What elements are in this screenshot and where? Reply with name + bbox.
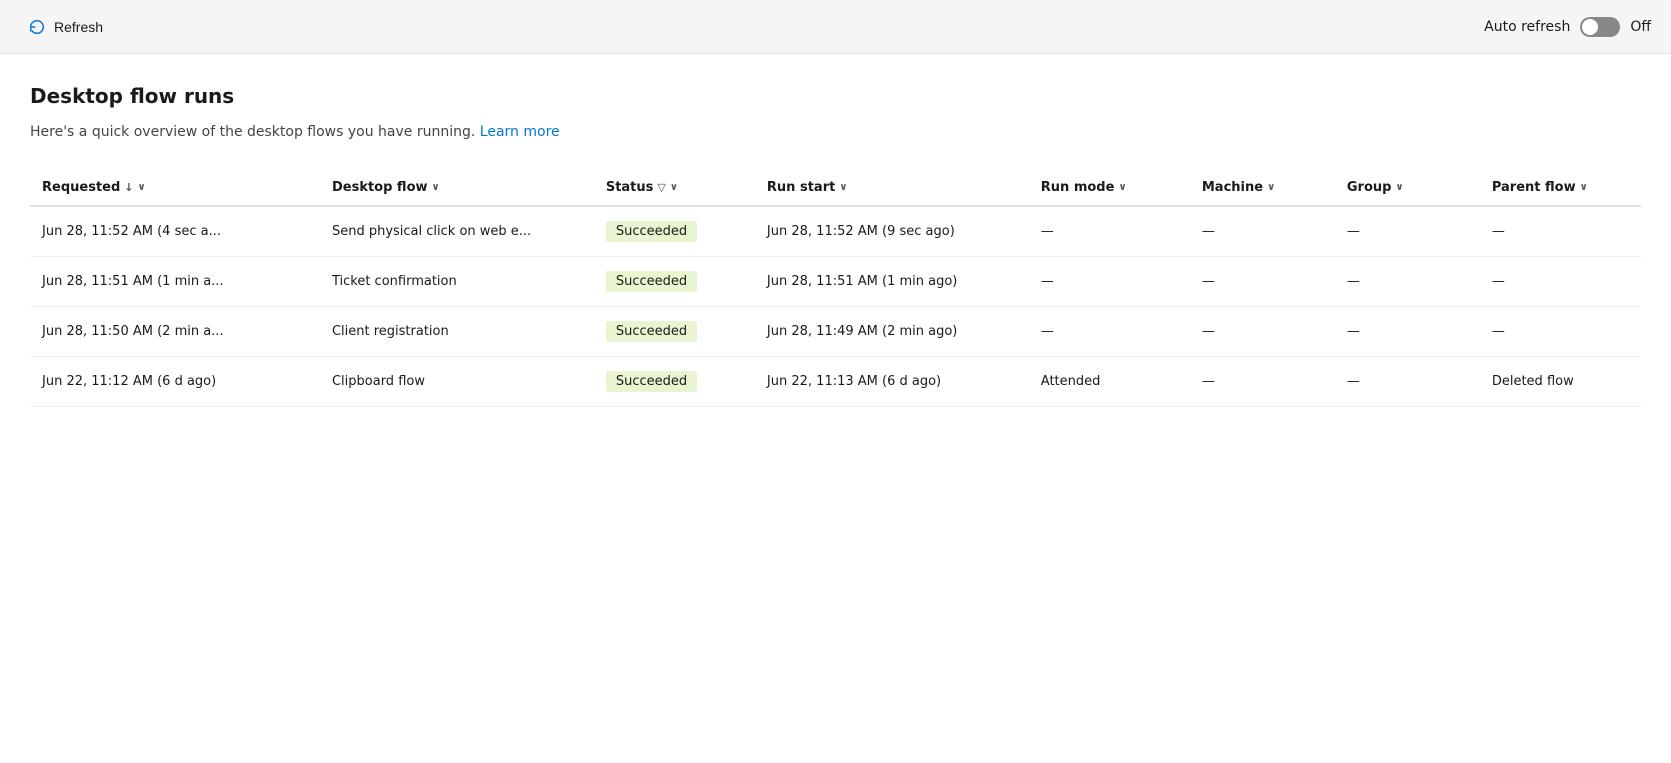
- status-badge: Succeeded: [606, 221, 697, 242]
- refresh-icon: [28, 18, 46, 36]
- cell-status: Succeeded: [594, 206, 755, 257]
- col-status-label: Status: [606, 180, 654, 195]
- cell-machine: —: [1190, 206, 1335, 257]
- cell-run_mode: —: [1029, 257, 1190, 307]
- col-header-run-start[interactable]: Run start ∨: [755, 170, 1029, 206]
- cell-run_mode: Attended: [1029, 357, 1190, 407]
- col-requested-label: Requested: [42, 180, 120, 195]
- cell-requested: Jun 28, 11:51 AM (1 min a...: [30, 257, 320, 307]
- auto-refresh-control: Auto refresh Off: [1484, 17, 1651, 37]
- page-title: Desktop flow runs: [30, 84, 1641, 108]
- chevron-runmode-icon: ∨: [1118, 182, 1126, 193]
- cell-desktop_flow: Clipboard flow: [320, 357, 594, 407]
- cell-parent_flow: —: [1480, 257, 1641, 307]
- table-header: Requested ↓ ∨ Desktop flow ∨ Status ▽: [30, 170, 1641, 206]
- chevron-status-icon: ∨: [670, 182, 678, 193]
- status-badge: Succeeded: [606, 321, 697, 342]
- refresh-label: Refresh: [54, 19, 103, 35]
- table-row[interactable]: Jun 28, 11:50 AM (2 min a...Client regis…: [30, 307, 1641, 357]
- cell-machine: —: [1190, 257, 1335, 307]
- table-body: Jun 28, 11:52 AM (4 sec a...Send physica…: [30, 206, 1641, 407]
- flow-runs-table: Requested ↓ ∨ Desktop flow ∨ Status ▽: [30, 170, 1641, 407]
- subtitle-text: Here's a quick overview of the desktop f…: [30, 124, 475, 140]
- chevron-parent-icon: ∨: [1580, 182, 1588, 193]
- table-row[interactable]: Jun 22, 11:12 AM (6 d ago)Clipboard flow…: [30, 357, 1641, 407]
- cell-requested: Jun 28, 11:52 AM (4 sec a...: [30, 206, 320, 257]
- col-header-run-mode[interactable]: Run mode ∨: [1029, 170, 1190, 206]
- learn-more-link[interactable]: Learn more: [480, 124, 560, 140]
- cell-machine: —: [1190, 357, 1335, 407]
- col-parent-flow-label: Parent flow: [1492, 180, 1576, 195]
- col-header-desktop-flow[interactable]: Desktop flow ∨: [320, 170, 594, 206]
- status-badge: Succeeded: [606, 371, 697, 392]
- cell-group: —: [1335, 206, 1480, 257]
- col-group-label: Group: [1347, 180, 1392, 195]
- col-header-status[interactable]: Status ▽ ∨: [594, 170, 755, 206]
- cell-parent_flow: —: [1480, 206, 1641, 257]
- status-badge: Succeeded: [606, 271, 697, 292]
- cell-run_start: Jun 28, 11:52 AM (9 sec ago): [755, 206, 1029, 257]
- cell-desktop_flow: Client registration: [320, 307, 594, 357]
- cell-machine: —: [1190, 307, 1335, 357]
- cell-group: —: [1335, 307, 1480, 357]
- col-header-machine[interactable]: Machine ∨: [1190, 170, 1335, 206]
- cell-status: Succeeded: [594, 357, 755, 407]
- filter-status-icon: ▽: [657, 181, 665, 194]
- col-header-group[interactable]: Group ∨: [1335, 170, 1480, 206]
- auto-refresh-off-label: Off: [1630, 19, 1651, 35]
- col-run-mode-label: Run mode: [1041, 180, 1115, 195]
- table-row[interactable]: Jun 28, 11:52 AM (4 sec a...Send physica…: [30, 206, 1641, 257]
- sort-desc-icon: ↓: [124, 181, 133, 194]
- cell-parent_flow: Deleted flow: [1480, 357, 1641, 407]
- cell-run_mode: —: [1029, 206, 1190, 257]
- cell-run_mode: —: [1029, 307, 1190, 357]
- auto-refresh-toggle[interactable]: [1580, 17, 1620, 37]
- col-machine-label: Machine: [1202, 180, 1263, 195]
- auto-refresh-label: Auto refresh: [1484, 19, 1570, 35]
- cell-group: —: [1335, 257, 1480, 307]
- cell-run_start: Jun 28, 11:49 AM (2 min ago): [755, 307, 1029, 357]
- cell-run_start: Jun 28, 11:51 AM (1 min ago): [755, 257, 1029, 307]
- cell-parent_flow: —: [1480, 307, 1641, 357]
- cell-status: Succeeded: [594, 257, 755, 307]
- chevron-group-icon: ∨: [1395, 182, 1403, 193]
- cell-group: —: [1335, 357, 1480, 407]
- header-row: Requested ↓ ∨ Desktop flow ∨ Status ▽: [30, 170, 1641, 206]
- cell-requested: Jun 22, 11:12 AM (6 d ago): [30, 357, 320, 407]
- cell-run_start: Jun 22, 11:13 AM (6 d ago): [755, 357, 1029, 407]
- col-header-parent-flow[interactable]: Parent flow ∨: [1480, 170, 1641, 206]
- col-header-requested[interactable]: Requested ↓ ∨: [30, 170, 320, 206]
- chevron-desktop-icon: ∨: [432, 182, 440, 193]
- cell-desktop_flow: Send physical click on web e...: [320, 206, 594, 257]
- main-content: Desktop flow runs Here's a quick overvie…: [0, 54, 1671, 763]
- chevron-requested-icon: ∨: [138, 182, 146, 193]
- cell-status: Succeeded: [594, 307, 755, 357]
- col-run-start-label: Run start: [767, 180, 835, 195]
- cell-requested: Jun 28, 11:50 AM (2 min a...: [30, 307, 320, 357]
- refresh-button[interactable]: Refresh: [20, 14, 111, 40]
- page-subtitle: Here's a quick overview of the desktop f…: [30, 124, 1641, 140]
- chevron-runstart-icon: ∨: [839, 182, 847, 193]
- chevron-machine-icon: ∨: [1267, 182, 1275, 193]
- table-row[interactable]: Jun 28, 11:51 AM (1 min a...Ticket confi…: [30, 257, 1641, 307]
- top-bar: Refresh Auto refresh Off: [0, 0, 1671, 54]
- col-desktop-flow-label: Desktop flow: [332, 180, 428, 195]
- cell-desktop_flow: Ticket confirmation: [320, 257, 594, 307]
